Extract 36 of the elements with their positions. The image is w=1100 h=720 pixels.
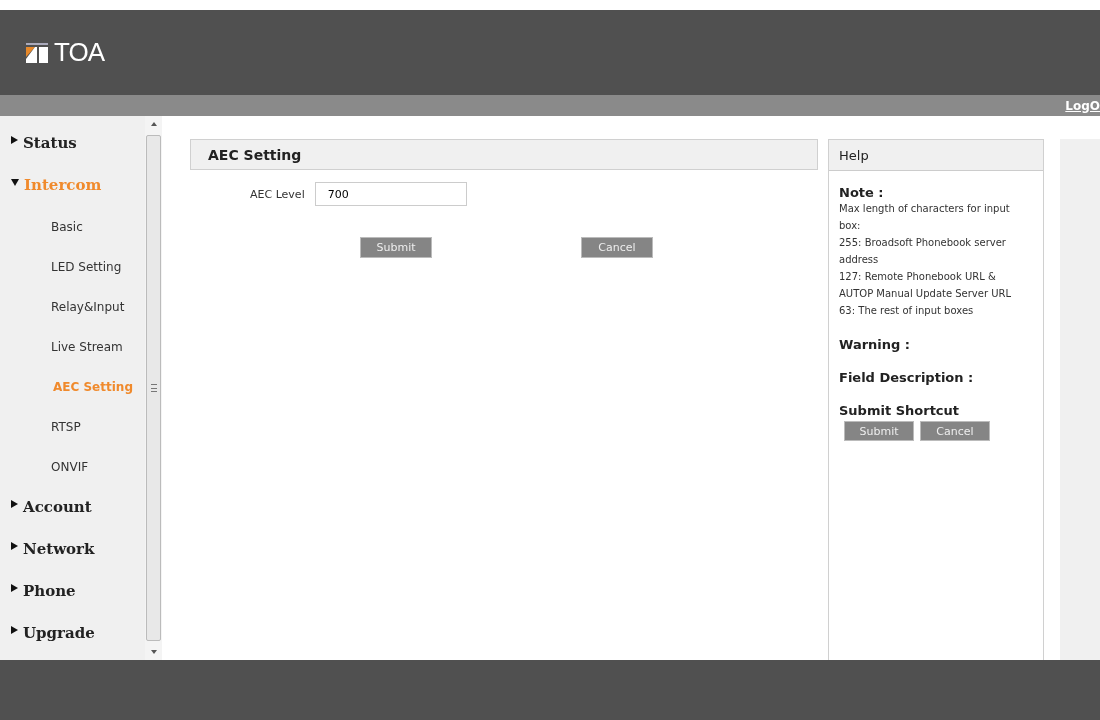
field-label: AEC Level	[250, 187, 305, 201]
help-title: Help	[829, 140, 1043, 171]
shortcut-heading: Submit Shortcut	[839, 403, 960, 418]
note-text: 127: Remote Phonebook URL & AUTOP Manual Update Server URL	[839, 270, 1013, 301]
note-heading: Note :	[839, 185, 885, 200]
nav-item[interactable]: Phone	[0, 574, 145, 616]
field-description-heading: Field Description :	[839, 370, 975, 385]
collapsed-arrow-icon	[11, 584, 18, 592]
scroll-thumb[interactable]	[146, 135, 161, 641]
note-text: 63: The rest of input boxes	[839, 304, 975, 318]
input-field[interactable]: 700	[314, 182, 467, 206]
submenu-item[interactable]: Live Stream	[0, 330, 145, 370]
submenu-item[interactable]: RTSP	[0, 410, 145, 450]
nav-item[interactable]: Upgrade	[0, 616, 145, 658]
note-text: 255: Broadsoft Phonebook server address	[839, 236, 1007, 267]
scroll-up-icon[interactable]	[150, 122, 157, 126]
collapsed-arrow-icon	[11, 626, 18, 634]
submenu-item[interactable]: LED Setting	[0, 250, 145, 290]
collapsed-arrow-icon	[11, 136, 18, 144]
nav-item[interactable]: Status	[0, 126, 145, 168]
brand-name: TOA	[54, 37, 104, 68]
nav-item[interactable]: Account	[0, 490, 145, 532]
submenu-item[interactable]: Relay&Input	[0, 290, 145, 330]
scroll-down-icon[interactable]	[150, 650, 157, 654]
section-title: AEC Setting	[190, 139, 818, 170]
nav-item[interactable]: Network	[0, 532, 145, 574]
collapsed-arrow-icon	[11, 542, 18, 550]
warning-heading: Warning :	[839, 337, 912, 352]
scrollbar[interactable]	[145, 116, 162, 660]
submenu-item[interactable]: ONVIF	[0, 450, 145, 490]
logo-icon	[26, 42, 48, 63]
expanded-arrow-icon	[11, 178, 19, 186]
note-text: Max length of characters for input box:	[839, 202, 1011, 233]
submenu-item[interactable]: Basic	[0, 210, 145, 250]
grip-icon	[150, 384, 157, 392]
collapsed-arrow-icon	[11, 500, 18, 508]
